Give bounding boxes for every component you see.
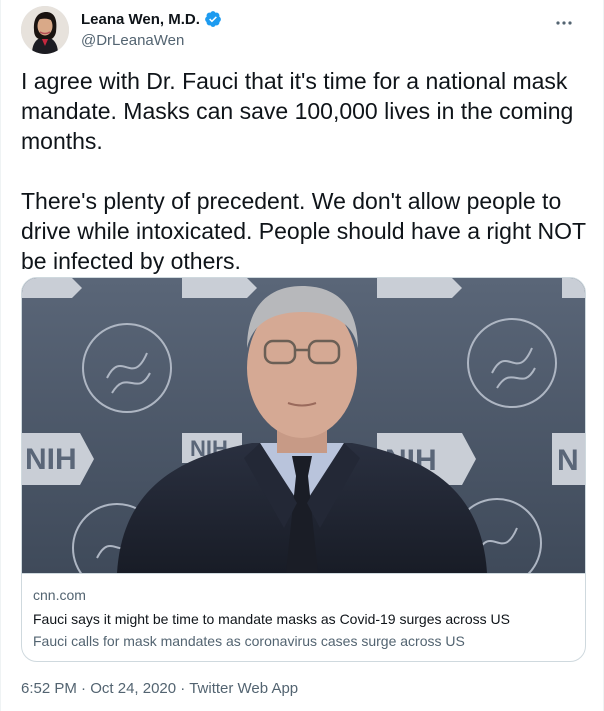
display-name[interactable]: Leana Wen, M.D. — [81, 11, 200, 28]
card-domain: cnn.com — [33, 587, 86, 603]
link-card[interactable]: NIH NIH NIH N — [21, 277, 586, 662]
nih-logo-text: NIH — [25, 443, 77, 476]
card-title: Fauci says it might be time to mandate m… — [33, 611, 510, 627]
more-icon — [556, 21, 572, 25]
nih-banner-top-center — [182, 278, 257, 298]
verified-badge-icon — [204, 10, 222, 28]
tweet: Leana Wen, M.D. @DrLeanaWen I agree with… — [0, 0, 604, 711]
tweet-source[interactable]: Twitter Web App — [189, 680, 298, 697]
nih-banner-left: NIH — [22, 433, 94, 485]
handle[interactable]: @DrLeanaWen — [81, 32, 222, 49]
tweet-date[interactable]: Oct 24, 2020 — [90, 680, 176, 697]
meta-separator: · — [81, 680, 87, 697]
tweet-text: I agree with Dr. Fauci that it's time fo… — [21, 68, 586, 274]
more-options-button[interactable] — [547, 10, 581, 36]
nih-logo-text: N — [557, 444, 579, 477]
display-name-row: Leana Wen, M.D. — [81, 10, 222, 28]
link-card-image: NIH NIH NIH N — [22, 278, 585, 573]
card-description: Fauci calls for mask mandates as coronav… — [33, 633, 465, 649]
nih-banner-top-left — [22, 278, 82, 298]
tweet-time[interactable]: 6:52 PM — [21, 680, 77, 697]
nih-banner-top-right — [377, 278, 462, 298]
meta-separator: · — [180, 680, 186, 697]
tweet-meta: 6:52 PM · Oct 24, 2020 · Twitter Web App — [21, 680, 298, 697]
link-card-body: cnn.com Fauci says it might be time to m… — [22, 573, 585, 661]
avatar-image — [21, 6, 69, 54]
author-names: Leana Wen, M.D. @DrLeanaWen — [81, 10, 222, 49]
nih-banner-far-right: N — [552, 433, 585, 485]
avatar[interactable] — [21, 6, 69, 54]
tweet-header: Leana Wen, M.D. @DrLeanaWen — [21, 6, 587, 56]
